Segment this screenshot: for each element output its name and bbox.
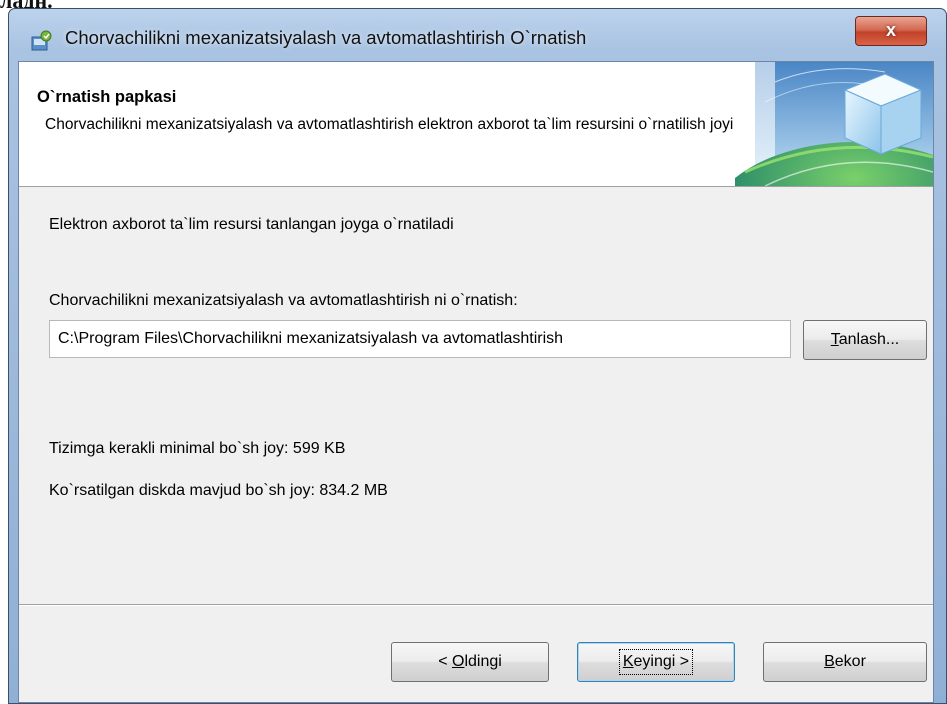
globe-cube-graphic: [735, 62, 933, 186]
window-title: Chorvachilikni mexanizatsiyalash va avto…: [65, 27, 587, 48]
install-intro-text: Elektron axborot ta`lim resursi tanlanga…: [49, 216, 454, 233]
available-space-text: Ko`rsatilgan diskda mavjud bo`sh joy: 83…: [49, 482, 388, 499]
next-button[interactable]: Keyingi >: [577, 642, 735, 682]
install-path-label: Chorvachilikni mexanizatsiyalash va avto…: [49, 292, 518, 309]
dialog-client-area: O`rnatish papkasi Chorvachilikni mexaniz…: [18, 61, 934, 703]
browse-mnemonic: T: [830, 331, 839, 348]
back-mnemonic: O: [451, 653, 465, 670]
browse-label: anlash...: [838, 331, 900, 348]
footer-separator: [19, 604, 933, 606]
next-label: eyingi >: [633, 653, 690, 670]
cancel-button[interactable]: Bekor: [763, 642, 927, 682]
browse-button[interactable]: Tanlash...: [803, 320, 927, 360]
back-prefix: <: [438, 653, 452, 670]
back-label: ldingi: [464, 653, 502, 670]
page-title: O`rnatish papkasi: [37, 88, 177, 106]
install-path-input[interactable]: [49, 320, 791, 358]
required-space-text: Tizimga kerakli minimal bo`sh joy: 599 K…: [49, 440, 346, 457]
next-mnemonic: K: [622, 653, 634, 670]
cancel-label: ekor: [834, 653, 866, 670]
page-description: Chorvachilikni mexanizatsiyalash va avto…: [45, 116, 734, 133]
cancel-mnemonic: B: [824, 653, 835, 670]
back-button[interactable]: < Oldingi: [391, 642, 549, 682]
close-icon: x: [885, 20, 896, 40]
close-button[interactable]: x: [855, 16, 927, 46]
installer-icon: [31, 30, 52, 51]
title-bar[interactable]: Chorvachilikni mexanizatsiyalash va avto…: [9, 9, 946, 61]
installer-window: Chorvachilikni mexanizatsiyalash va avto…: [8, 8, 947, 704]
header-panel: O`rnatish papkasi Chorvachilikni mexaniz…: [19, 62, 933, 187]
